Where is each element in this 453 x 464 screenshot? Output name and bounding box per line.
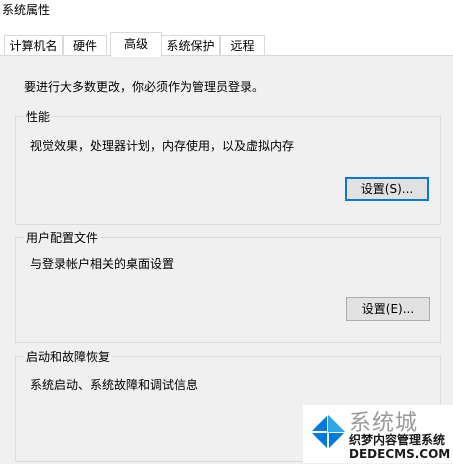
user-profiles-description: 与登录帐户相关的桌面设置 — [30, 257, 175, 271]
window-title: 系统属性 — [2, 3, 51, 17]
tab-strip: 计算机名 硬件 高级 系统保护 远程 — [0, 26, 453, 57]
user-profiles-group: 用户配置文件 与登录帐户相关的桌面设置 设置(E)... — [15, 229, 441, 343]
tab-system-protection[interactable]: 系统保护 — [161, 35, 220, 55]
tab-hardware[interactable]: 硬件 — [63, 35, 107, 55]
user-profiles-title: 用户配置文件 — [24, 229, 101, 246]
startup-recovery-description: 系统启动、系统故障和调试信息 — [30, 378, 199, 392]
title-bar: 系统属性 — [0, 0, 453, 26]
tab-computer-name[interactable]: 计算机名 — [4, 35, 63, 55]
performance-settings-button[interactable]: 设置(S)... — [345, 177, 429, 201]
tab-advanced[interactable]: 高级 — [110, 32, 162, 57]
performance-group: 性能 视觉效果，处理器计划，内存使用，以及虚拟内存 设置(S)... — [15, 108, 441, 225]
tab-remote[interactable]: 远程 — [220, 35, 265, 55]
admin-note: 要进行大多数更改，你必须作为管理员登录。 — [24, 80, 265, 94]
startup-recovery-title: 启动和故障恢复 — [24, 348, 113, 365]
advanced-tab-panel: 要进行大多数更改，你必须作为管理员登录。 性能 视觉效果，处理器计划，内存使用，… — [0, 55, 453, 464]
user-profiles-settings-button[interactable]: 设置(E)... — [346, 297, 430, 321]
watermark-logo: 系统城 织梦内容管理系统 DEDECMS.COM — [303, 405, 453, 463]
watermark-caption: 织梦内容管理系统 — [349, 433, 446, 447]
windows-logo-icon — [310, 414, 346, 450]
watermark-url: DEDECMS.COM — [349, 447, 451, 461]
performance-description: 视觉效果，处理器计划，内存使用，以及虚拟内存 — [30, 139, 295, 153]
performance-title: 性能 — [24, 108, 53, 125]
